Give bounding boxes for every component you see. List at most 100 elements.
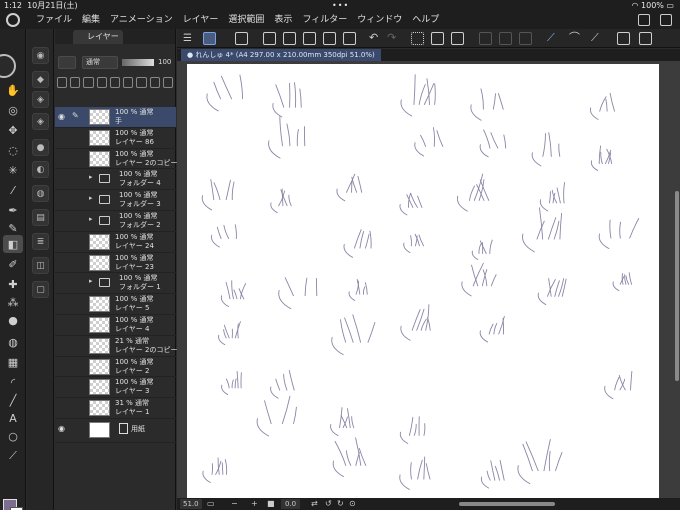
figure-tool-icon[interactable]: ◜ (3, 373, 23, 391)
correction-tool-icon[interactable]: ⟋ (3, 447, 23, 465)
app-logo-icon[interactable] (6, 13, 20, 27)
pen-pressure-icon[interactable]: ⟋ (591, 32, 604, 45)
rotate-right-icon[interactable]: ↻ (337, 499, 344, 509)
menu-item[interactable]: 選択範囲 (228, 11, 264, 29)
hand-tool-icon[interactable]: ✋ (3, 81, 23, 99)
horizontal-scrollbar[interactable] (459, 502, 555, 506)
decoration-tool-icon[interactable]: ✚ (3, 275, 23, 293)
folder-expand-icon[interactable]: ▸ (89, 215, 93, 223)
fill-icon[interactable] (431, 32, 444, 45)
zoom-out-icon[interactable]: − (231, 499, 238, 509)
layer-folder-row[interactable]: ▸ 100 % 通常 フォルダー 3 (55, 190, 176, 211)
visibility-eye-icon[interactable]: ◉ (58, 112, 65, 121)
eyedropper-icon[interactable]: ⁄ (3, 181, 23, 199)
folder-expand-icon[interactable]: ▸ (89, 277, 93, 285)
lasso-tool-icon[interactable]: ◌ (3, 141, 23, 159)
layer-color-select[interactable] (58, 56, 76, 69)
lasso-select-icon[interactable] (235, 32, 248, 45)
search-palette-icon[interactable]: ◉ (32, 47, 49, 64)
select-mode-icon[interactable] (203, 32, 216, 45)
line-tool-icon[interactable]: ╱ (3, 391, 23, 409)
layer-row[interactable]: 31 % 通常 レイヤー 1 (55, 398, 176, 419)
curve-icon[interactable]: ⌒ (569, 32, 582, 45)
transform-icon[interactable] (451, 32, 464, 45)
fullscreen-icon[interactable] (638, 14, 650, 26)
delete-layer-icon[interactable] (162, 77, 173, 88)
menu-item[interactable]: フィルター (302, 11, 347, 29)
lock-icon[interactable] (70, 77, 81, 88)
layer-stack-icon[interactable]: ≣ (32, 233, 49, 250)
menu-item[interactable]: 表示 (274, 11, 292, 29)
document-tab[interactable]: ● れんしゅ 4* (A4 297.00 x 210.00mm 350dpi 5… (181, 49, 381, 61)
ruler-icon[interactable] (109, 77, 121, 88)
gradient-tool-icon[interactable]: ▦ (3, 353, 23, 371)
new-layer-icon[interactable] (123, 77, 134, 88)
selection-fill-icon[interactable] (519, 32, 532, 45)
collapse-handle-icon[interactable] (0, 54, 16, 78)
menu-item[interactable]: 編集 (82, 11, 100, 29)
brush-size-icon[interactable]: ● (32, 139, 49, 156)
clear-icon[interactable] (411, 32, 424, 45)
pen-tool-icon[interactable]: ✒ (3, 201, 23, 219)
menu-item[interactable]: レイヤー (183, 11, 219, 29)
redo-icon[interactable]: ↷ (387, 32, 400, 45)
vertical-scrollbar[interactable] (675, 191, 679, 381)
balloon-tool-icon[interactable]: ○ (3, 427, 23, 445)
export-icon[interactable] (323, 32, 336, 45)
eraser-tool-icon[interactable]: ◧ (3, 235, 23, 253)
layer-row[interactable]: 100 % 通常 レイヤー 3 (55, 377, 176, 399)
layer-folder-row[interactable]: ▸ 100 % 通常 フォルダー 4 (55, 169, 176, 191)
undo-icon[interactable]: ↶ (369, 32, 382, 45)
layer-row[interactable]: 100 % 通常 レイヤー 2のコピー (55, 149, 177, 170)
tool-property-icon[interactable]: ◐ (32, 161, 49, 178)
text-tool-icon[interactable]: A (3, 409, 23, 427)
settings-icon[interactable] (660, 14, 672, 26)
layer-row[interactable]: 100 % 通常 レイヤー 2 (55, 357, 176, 378)
material-icon[interactable]: ▢ (32, 281, 49, 298)
layer-row[interactable]: 100 % 通常 レイヤー 23 (55, 253, 176, 274)
menu-icon[interactable]: ☰ (183, 32, 196, 45)
fill-palette-icon[interactable]: ◆ (32, 71, 49, 88)
brush-tool-icon[interactable]: ✐ (3, 255, 23, 273)
bucket-palette-icon[interactable]: ◈ (32, 91, 49, 108)
layer-row[interactable]: 21 % 通常 レイヤー 2のコピー (55, 336, 177, 357)
color-wheel-icon[interactable]: ◍ (32, 185, 49, 202)
multitask-dots[interactable]: ••• (332, 0, 349, 11)
airbrush-icon[interactable]: ⁂ (3, 293, 23, 311)
opacity-value[interactable]: 100 (158, 56, 171, 69)
layer-property-icon[interactable]: ◫ (32, 257, 49, 274)
opacity-slider[interactable] (122, 59, 154, 66)
zoom-in-icon[interactable]: + (251, 499, 258, 509)
menu-item[interactable]: ヘルプ (412, 11, 439, 29)
layer-row[interactable]: 100 % 通常 レイヤー 86 (55, 128, 176, 149)
zoom-value[interactable]: 51.0 (180, 499, 202, 509)
drawing-canvas[interactable] (187, 64, 659, 498)
blend-mode-select[interactable]: 通常 (82, 56, 118, 69)
cloud-icon[interactable] (343, 32, 356, 45)
open-file-icon[interactable] (283, 32, 296, 45)
new-folder-icon[interactable] (136, 77, 147, 88)
blend-tool-icon[interactable]: ● (3, 311, 23, 329)
mask-icon[interactable] (96, 77, 107, 88)
device-icon[interactable] (617, 32, 630, 45)
menu-item[interactable]: ウィンドウ (357, 11, 402, 29)
invert-selection-icon[interactable] (499, 32, 512, 45)
navigator-icon[interactable]: ▤ (32, 209, 49, 226)
flip-icon[interactable]: ⇄ (311, 499, 318, 509)
merge-icon[interactable] (149, 77, 160, 88)
reset-view-icon[interactable]: ⊙ (349, 499, 356, 509)
deselect-icon[interactable] (479, 32, 492, 45)
layer-folder-row[interactable]: ▸ 100 % 通常 フォルダー 1 (55, 273, 176, 295)
zoom-tool-icon[interactable]: ◎ (3, 101, 23, 119)
layer-row[interactable]: ◉ ✎ 100 % 通常手 (55, 107, 176, 128)
rotate-left-icon[interactable]: ↺ (325, 499, 332, 509)
fill-tool-icon[interactable]: ◍ (3, 333, 23, 351)
rotation-value[interactable]: 0.0 (281, 499, 301, 509)
layer-tab[interactable]: レイヤー (73, 30, 123, 44)
move-tool-icon[interactable]: ✥ (3, 121, 23, 139)
fit-icon[interactable]: ▭ (207, 499, 215, 509)
menu-item[interactable]: アニメーション (110, 11, 173, 29)
visibility-eye-icon[interactable]: ◉ (58, 424, 65, 433)
stabilizer-icon[interactable]: ⟋ (547, 32, 560, 45)
zoom-slider-knob[interactable]: ■ (267, 499, 275, 509)
